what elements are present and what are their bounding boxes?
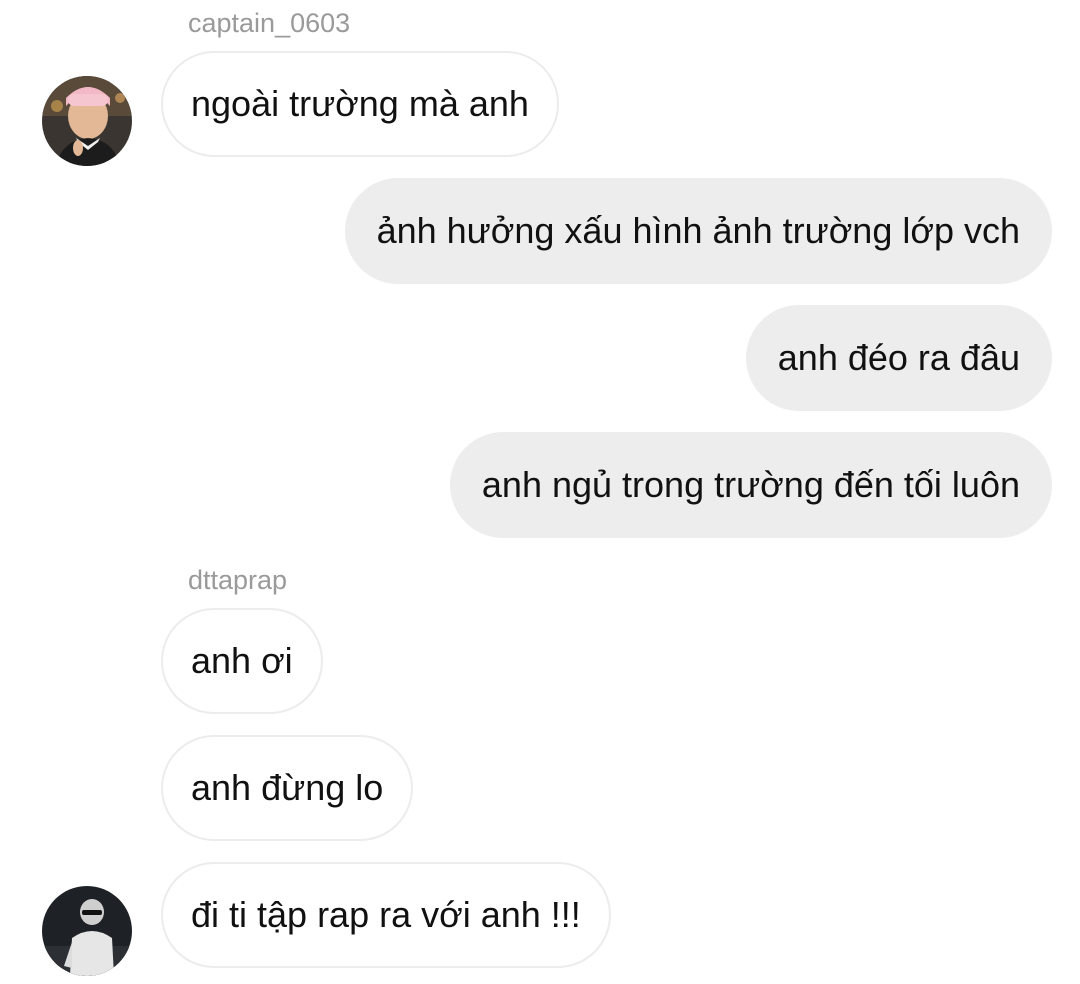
message-bubble-incoming[interactable]: anh ơi xyxy=(161,608,323,714)
avatar-icon xyxy=(42,76,132,166)
sender-name-captain: captain_0603 xyxy=(188,8,351,38)
message-bubble-incoming[interactable]: anh đừng lo xyxy=(161,735,414,841)
message-bubble-outgoing[interactable]: anh đéo ra đâu xyxy=(745,305,1052,411)
message-text: anh ơi xyxy=(191,640,293,681)
sender-name-dttaprap: dttaprap xyxy=(188,565,288,595)
message-text: anh đéo ra đâu xyxy=(777,337,1020,378)
message-bubble-outgoing[interactable]: anh ngủ trong trường đến tối luôn xyxy=(449,432,1052,538)
message-text: anh đừng lo xyxy=(191,767,384,808)
message-bubble-outgoing[interactable]: ảnh hưởng xấu hình ảnh trường lớp vch xyxy=(344,178,1052,284)
message-text: anh ngủ trong trường đến tối luôn xyxy=(481,464,1020,505)
message-text: đi ti tập rap ra với anh !!! xyxy=(191,894,581,935)
message-bubble-incoming[interactable]: ngoài trường mà anh xyxy=(161,51,559,157)
message-bubble-incoming[interactable]: đi ti tập rap ra với anh !!! xyxy=(161,862,611,968)
message-text: ngoài trường mà anh xyxy=(191,83,529,124)
avatar-dttaprap[interactable] xyxy=(42,886,132,976)
avatar-icon xyxy=(42,886,132,976)
message-text: ảnh hưởng xấu hình ảnh trường lớp vch xyxy=(376,210,1020,251)
avatar-captain[interactable] xyxy=(42,76,132,166)
